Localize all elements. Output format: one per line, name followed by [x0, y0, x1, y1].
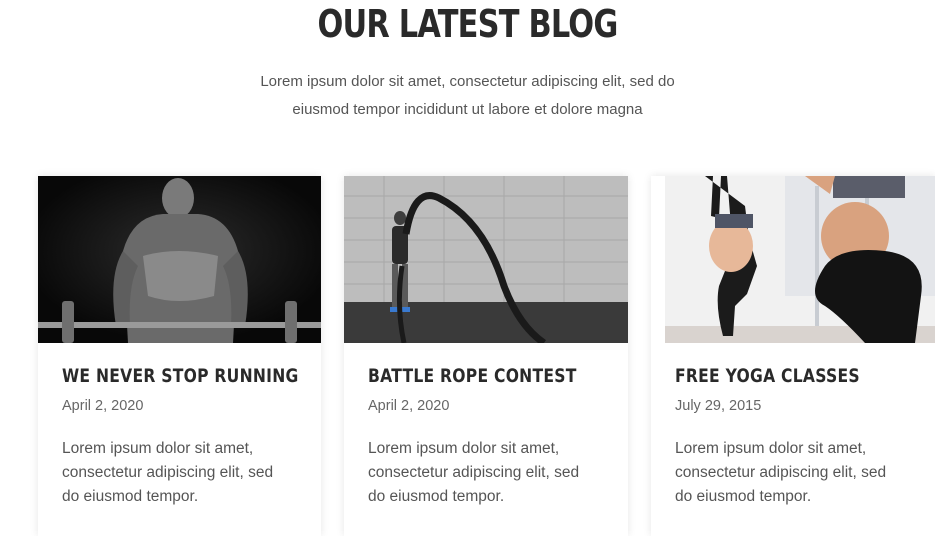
section-intro: Lorem ipsum dolor sit amet, consectetur …	[0, 68, 935, 124]
post-title[interactable]: BATTLE ROPE CONTEST	[368, 365, 614, 387]
blog-card-2[interactable]: BATTLE ROPE CONTEST April 2, 2020 Lorem …	[344, 176, 628, 536]
post-image-bodybuilder[interactable]	[38, 176, 321, 343]
blog-card-1[interactable]: WE NEVER STOP RUNNING April 2, 2020 Lore…	[38, 176, 321, 536]
blog-card-3[interactable]: FREE YOGA CLASSES July 29, 2015 Lorem ip…	[651, 176, 935, 536]
post-date: July 29, 2015	[675, 398, 762, 414]
post-title[interactable]: FREE YOGA CLASSES	[675, 365, 921, 387]
section-title: OUR LATEST BLOG	[317, 2, 618, 46]
excerpt-line: consectetur adipiscing elit, sed	[675, 464, 887, 481]
intro-line: eiusmod tempor incididunt ut labore et d…	[292, 101, 643, 118]
post-image-yoga[interactable]	[665, 176, 935, 343]
post-excerpt: Lorem ipsum dolor sit amet, consectetur …	[62, 437, 302, 509]
post-excerpt: Lorem ipsum dolor sit amet, consectetur …	[368, 437, 608, 509]
post-excerpt: Lorem ipsum dolor sit amet, consectetur …	[675, 437, 915, 509]
excerpt-line: Lorem ipsum dolor sit amet,	[368, 440, 560, 457]
post-date: April 2, 2020	[62, 398, 144, 414]
post-date: April 2, 2020	[368, 398, 450, 414]
excerpt-line: do eiusmod tempor.	[368, 488, 505, 505]
post-image-battle-rope[interactable]	[344, 176, 628, 343]
excerpt-line: do eiusmod tempor.	[675, 488, 812, 505]
post-title[interactable]: WE NEVER STOP RUNNING	[62, 365, 308, 387]
excerpt-line: consectetur adipiscing elit, sed	[62, 464, 274, 481]
excerpt-line: Lorem ipsum dolor sit amet,	[675, 440, 867, 457]
excerpt-line: Lorem ipsum dolor sit amet,	[62, 440, 254, 457]
excerpt-line: consectetur adipiscing elit, sed	[368, 464, 580, 481]
intro-line: Lorem ipsum dolor sit amet, consectetur …	[260, 73, 675, 90]
excerpt-line: do eiusmod tempor.	[62, 488, 199, 505]
